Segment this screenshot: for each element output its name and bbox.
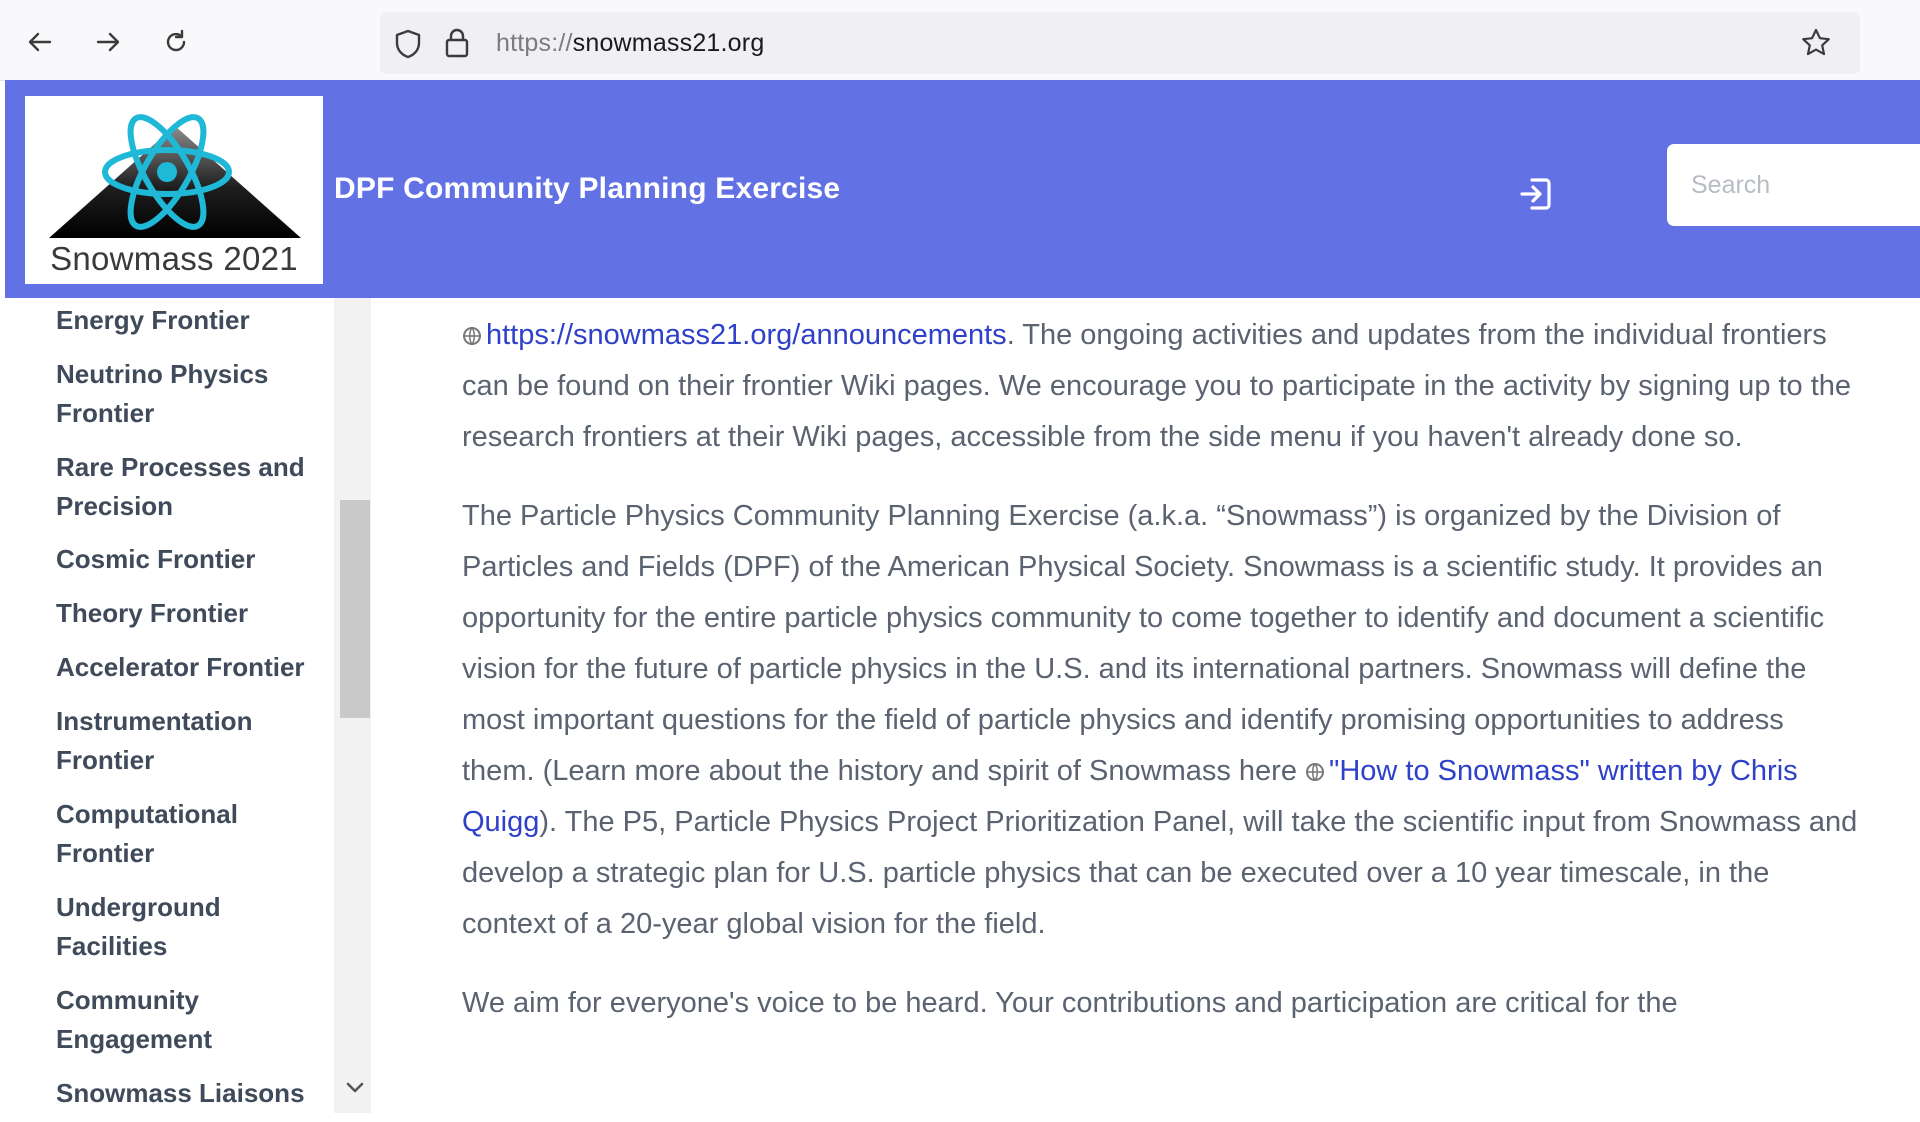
lock-icon[interactable]	[444, 27, 470, 64]
search-input[interactable]	[1667, 144, 1907, 226]
logo-caption: Snowmass 2021	[50, 240, 298, 277]
reload-button[interactable]	[156, 22, 196, 62]
sidebar-nav: Energy Frontier Neutrino Physics Frontie…	[5, 298, 375, 1122]
globe-icon	[1306, 763, 1325, 781]
back-arrow-icon	[28, 32, 52, 52]
sidebar-item-neutrino-physics-frontier[interactable]: Neutrino Physics Frontier	[56, 355, 326, 433]
browser-toolbar: https://snowmass21.org	[0, 0, 1920, 81]
sidebar-scrollbar-thumb[interactable]	[340, 500, 370, 718]
back-button[interactable]	[20, 22, 60, 62]
globe-icon	[463, 327, 481, 345]
sidebar-item-instrumentation-frontier[interactable]: Instrumentation Frontier	[56, 702, 326, 780]
sidebar-item-accelerator-frontier[interactable]: Accelerator Frontier	[56, 648, 326, 687]
paragraph-announcements: https://snowmass21.org/announcements. Th…	[462, 310, 1860, 463]
site-logo[interactable]: Snowmass 2021	[25, 96, 323, 284]
site-title[interactable]: DPF Community Planning Exercise	[334, 172, 840, 206]
main-content: https://snowmass21.org/announcements. Th…	[462, 310, 1860, 1057]
url-host: snowmass21.org	[572, 29, 765, 57]
paragraph-2-text-a: The Particle Physics Community Planning …	[462, 500, 1825, 787]
forward-arrow-icon	[96, 32, 120, 52]
paragraph-participation: We aim for everyone's voice to be heard.…	[462, 987, 1678, 1019]
sidebar-item-rare-processes[interactable]: Rare Processes and Precision	[56, 448, 326, 526]
sidebar-item-community-engagement[interactable]: Community Engagement	[56, 981, 326, 1059]
url-text[interactable]: https://snowmass21.org	[496, 29, 764, 58]
sidebar-item-cosmic-frontier[interactable]: Cosmic Frontier	[56, 540, 326, 579]
paragraph-about: The Particle Physics Community Planning …	[462, 491, 1860, 950]
site-header: Snowmass 2021 DPF Community Planning Exe…	[5, 80, 1920, 298]
sidebar-item-computational-frontier[interactable]: Computational Frontier	[56, 795, 326, 873]
sidebar-item-energy-frontier[interactable]: Energy Frontier	[56, 301, 326, 340]
shield-icon[interactable]	[394, 29, 422, 64]
reload-icon	[166, 29, 186, 52]
announcements-link[interactable]: https://snowmass21.org/announcements	[486, 319, 1007, 351]
sidebar-item-snowmass-liaisons[interactable]: Snowmass Liaisons	[56, 1074, 326, 1113]
login-icon[interactable]	[1518, 174, 1554, 219]
snowmass-logo-graphic	[49, 114, 301, 238]
forward-button[interactable]	[88, 22, 128, 62]
sidebar-item-theory-frontier[interactable]: Theory Frontier	[56, 594, 326, 633]
address-bar[interactable]: https://snowmass21.org	[380, 12, 1860, 74]
url-scheme: https://	[496, 29, 573, 57]
star-icon[interactable]	[1800, 27, 1832, 64]
chevron-down-icon[interactable]	[344, 1080, 366, 1101]
paragraph-2-text-b: ). The P5, Particle Physics Project Prio…	[462, 806, 1858, 940]
sidebar-item-underground-facilities[interactable]: Underground Facilities	[56, 888, 326, 966]
search-box	[1667, 144, 1920, 226]
